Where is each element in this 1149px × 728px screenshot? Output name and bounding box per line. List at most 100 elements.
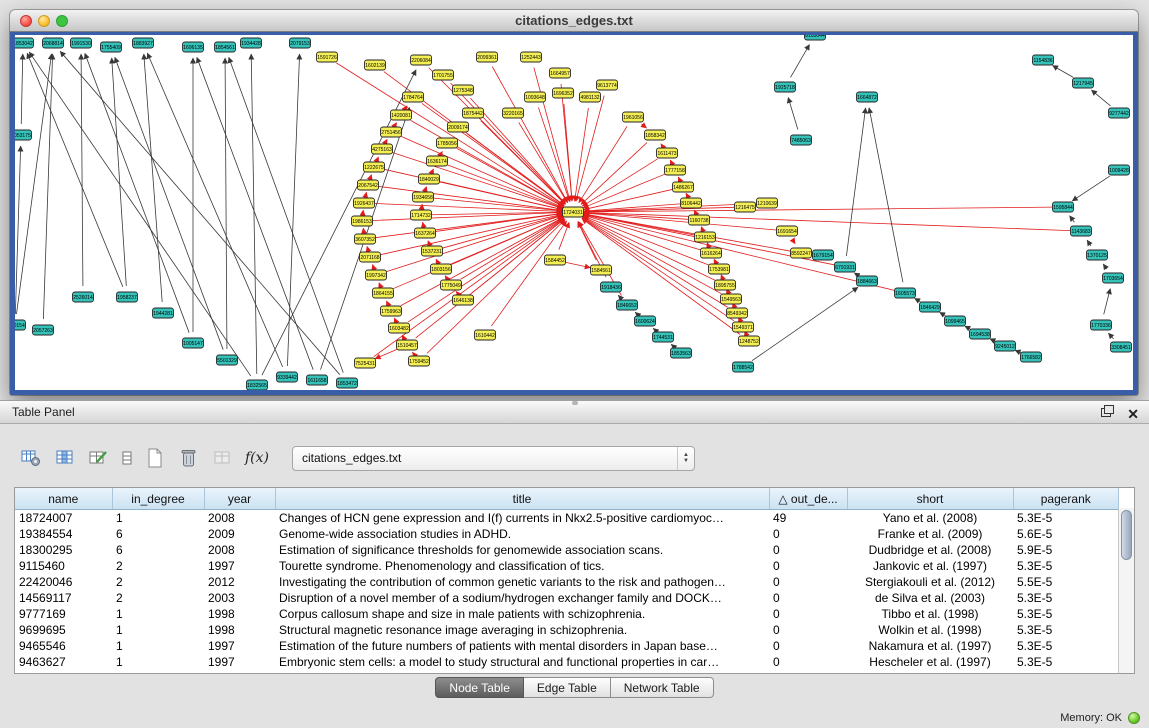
graph-node[interactable]: 1664957 bbox=[550, 68, 571, 78]
graph-node[interactable]: 1611658 bbox=[307, 375, 328, 385]
graph-node[interactable]: 3308451 bbox=[1111, 342, 1132, 352]
graph-node[interactable]: 1603482 bbox=[389, 323, 410, 333]
graph-node[interactable]: 1420081 bbox=[391, 110, 412, 120]
delete-table-button[interactable] bbox=[174, 444, 204, 472]
graph-node[interactable]: 1895755 bbox=[715, 280, 736, 290]
graph-node[interactable]: 2071168 bbox=[360, 252, 381, 262]
graph-node[interactable]: 1679154 bbox=[813, 250, 834, 260]
column-header-short[interactable]: short bbox=[847, 488, 1013, 510]
table-row[interactable]: 1830029562008Estimation of significance … bbox=[15, 542, 1119, 558]
graph-node[interactable]: 2053175 bbox=[15, 130, 32, 140]
graph-node[interactable]: 1611473 bbox=[657, 148, 678, 158]
graph-node[interactable]: 1784764 bbox=[403, 92, 424, 102]
graph-node[interactable]: 2751456 bbox=[381, 127, 402, 137]
table-scrollbar[interactable] bbox=[1118, 508, 1134, 673]
graph-node[interactable]: 1753981 bbox=[709, 264, 730, 274]
column-header-pagerank[interactable]: pagerank bbox=[1013, 488, 1119, 510]
graph-node[interactable]: 1926437 bbox=[354, 198, 375, 208]
graph-node[interactable]: 9339442 bbox=[277, 372, 298, 382]
scrollbar-thumb[interactable] bbox=[1121, 510, 1132, 560]
graph-node[interactable]: 1997342 bbox=[366, 270, 387, 280]
table-row[interactable]: 946362711997Embryonic stem cells: a mode… bbox=[15, 654, 1119, 670]
graph-node[interactable]: 1853042 bbox=[15, 38, 34, 48]
create-table-button[interactable] bbox=[140, 444, 170, 472]
graph-node[interactable]: 1846652 bbox=[617, 300, 638, 310]
graph-node[interactable]: 1275348 bbox=[453, 85, 474, 95]
graph-node[interactable]: 1944281 bbox=[153, 308, 174, 318]
select-stepper-icon[interactable]: ▲ ▼ bbox=[677, 447, 694, 470]
graph-node[interactable]: 1605573 bbox=[895, 288, 916, 298]
function-builder-button[interactable]: f(x) bbox=[242, 444, 272, 472]
graph-node[interactable]: 1216475 bbox=[735, 202, 756, 212]
graph-node[interactable]: 1788542 bbox=[733, 362, 754, 372]
close-panel-icon[interactable]: ✕ bbox=[1127, 407, 1139, 422]
graph-node[interactable]: 8549342 bbox=[727, 308, 748, 318]
network-file-select[interactable]: citations_edges.txt ▲ ▼ bbox=[292, 446, 695, 471]
graph-node[interactable]: 1864155 bbox=[373, 288, 394, 298]
graph-node[interactable]: 1858342 bbox=[645, 130, 666, 140]
graph-node[interactable]: 1759452 bbox=[409, 356, 430, 366]
graph-node[interactable]: 1610442 bbox=[475, 330, 496, 340]
graph-node[interactable]: 2079153 bbox=[290, 38, 311, 48]
column-visibility-button[interactable] bbox=[50, 444, 80, 472]
column-header-in_degree[interactable]: in_degree bbox=[112, 488, 204, 510]
graph-node[interactable]: 3220165 bbox=[503, 108, 524, 118]
graph-node[interactable]: 1093648 bbox=[525, 92, 546, 102]
graph-node[interactable]: 1854561 bbox=[215, 42, 236, 52]
graph-node[interactable]: 1694538 bbox=[970, 329, 991, 339]
citation-network-graph[interactable]: 1724031185304220688141991530175540918839… bbox=[15, 35, 1133, 390]
graph-node[interactable]: 8106442 bbox=[681, 198, 702, 208]
graph-node[interactable]: 5501329 bbox=[217, 355, 238, 365]
graph-node[interactable]: 1701755 bbox=[433, 70, 454, 80]
table-row[interactable]: 946554611997Estimation of the future num… bbox=[15, 638, 1119, 654]
table-row[interactable]: 1872400712008Changes of HCN gene express… bbox=[15, 510, 1119, 527]
tab-node-table[interactable]: Node Table bbox=[435, 677, 524, 698]
graph-node[interactable]: 1009428 bbox=[1109, 165, 1130, 175]
graph-node[interactable]: 1846429 bbox=[920, 302, 941, 312]
table-row[interactable]: 1456911722003Disruption of a novel membe… bbox=[15, 590, 1119, 606]
graph-node[interactable]: 7485063 bbox=[791, 135, 812, 145]
network-canvas[interactable]: 1724031185304220688141991530175540918839… bbox=[15, 35, 1133, 390]
graph-node[interactable]: 1840029 bbox=[419, 174, 440, 184]
table-mode-button[interactable] bbox=[16, 444, 46, 472]
graph-node[interactable]: 8592247 bbox=[791, 248, 812, 258]
graph-node[interactable]: 1991530 bbox=[71, 38, 92, 48]
graph-node[interactable]: 1099465 bbox=[945, 316, 966, 326]
graph-node[interactable]: 1696352 bbox=[553, 88, 574, 98]
graph-node[interactable]: 1216153 bbox=[695, 232, 716, 242]
graph-node[interactable]: 1785056 bbox=[437, 138, 458, 148]
graph-node[interactable]: 1370125 bbox=[1087, 250, 1108, 260]
graph-node[interactable]: 6791931 bbox=[835, 262, 856, 272]
column-header-out_de[interactable]: △ out_de... bbox=[769, 488, 847, 510]
table-row[interactable]: 911546021997Tourette syndrome. Phenomeno… bbox=[15, 558, 1119, 574]
graph-node[interactable]: 1918436 bbox=[601, 282, 622, 292]
graph-node[interactable]: 1602139 bbox=[365, 60, 386, 70]
table-row[interactable]: 2242004622012Investigating the contribut… bbox=[15, 574, 1119, 590]
graph-node[interactable]: 1696135 bbox=[183, 42, 204, 52]
graph-node[interactable]: 1217945 bbox=[1073, 78, 1094, 88]
graph-node[interactable]: 1549563 bbox=[721, 294, 742, 304]
graph-node[interactable]: 1958237 bbox=[117, 292, 138, 302]
graph-node[interactable]: 4275163 bbox=[372, 144, 393, 154]
graph-node[interactable]: 9277442 bbox=[1109, 108, 1130, 118]
graph-node[interactable]: 1910154 bbox=[15, 320, 26, 330]
graph-node[interactable]: 1744531 bbox=[653, 332, 674, 342]
graph-node[interactable]: 1584452 bbox=[545, 255, 566, 265]
graph-node[interactable]: 1875442 bbox=[463, 108, 484, 118]
graph-node[interactable]: 1884663 bbox=[857, 276, 878, 286]
graph-node[interactable]: 1925718 bbox=[775, 82, 796, 92]
graph-node[interactable]: 3607352 bbox=[355, 234, 376, 244]
graph-node[interactable]: 1691654 bbox=[777, 226, 798, 236]
graph-node[interactable]: 8183044 bbox=[805, 35, 826, 40]
graph-node[interactable]: 2206084 bbox=[411, 55, 432, 65]
graph-node[interactable]: 1549371 bbox=[733, 322, 754, 332]
graph-node[interactable]: 1595844 bbox=[1053, 202, 1074, 212]
graph-node[interactable]: 1714732 bbox=[411, 210, 432, 220]
graph-node[interactable]: 1210639 bbox=[757, 198, 778, 208]
graph-node[interactable]: 1777158 bbox=[665, 165, 686, 175]
tab-edge-table[interactable]: Edge Table bbox=[524, 677, 611, 698]
graph-node[interactable]: 2068814 bbox=[43, 38, 64, 48]
graph-node[interactable]: 1616264 bbox=[701, 248, 722, 258]
graph-node[interactable]: 1600624 bbox=[635, 316, 656, 326]
graph-node[interactable]: 1803156 bbox=[431, 264, 452, 274]
